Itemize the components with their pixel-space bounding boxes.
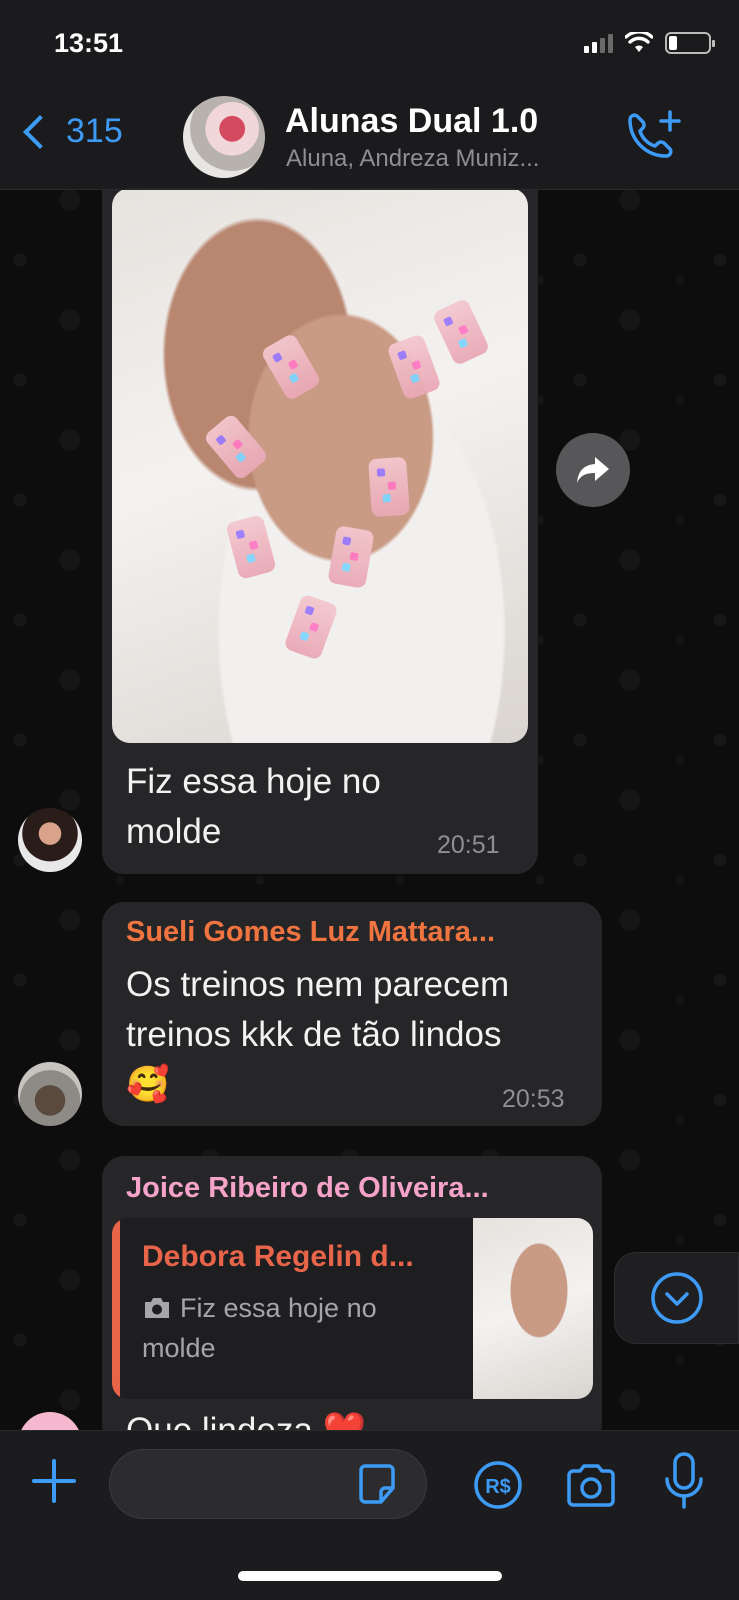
camera-icon <box>567 1464 615 1507</box>
payment-button[interactable]: R$ <box>470 1457 526 1513</box>
group-title[interactable]: Alunas Dual 1.0 <box>285 102 538 141</box>
chevron-left-icon <box>23 114 57 149</box>
avatar[interactable] <box>18 808 82 872</box>
cellular-signal-icon <box>584 33 613 53</box>
quote-bar <box>112 1218 120 1399</box>
message-text: Os treinos nem parecem treinos kkk de tã… <box>126 965 510 1104</box>
forward-icon <box>577 457 609 483</box>
brl-currency-icon: R$ <box>474 1461 522 1509</box>
group-members[interactable]: Aluna, Andreza Muniz... <box>286 145 539 173</box>
svg-text:R$: R$ <box>485 1476 511 1498</box>
avatar[interactable] <box>18 1062 82 1126</box>
sticker-icon <box>359 1464 395 1504</box>
group-avatar[interactable] <box>183 96 265 178</box>
camera-icon <box>145 1298 169 1318</box>
chat-header: 13:51 315 Alunas Dual 1.0 Aluna, Andreza… <box>0 0 739 190</box>
unread-count: 315 <box>66 112 123 150</box>
message-time: 20:51 <box>437 831 500 859</box>
plus-icon <box>32 1459 76 1503</box>
message-text: Fiz essa hoje no molde <box>126 762 381 851</box>
home-indicator <box>238 1571 502 1581</box>
wifi-icon <box>625 32 653 52</box>
forward-button[interactable] <box>556 433 630 507</box>
microphone-icon <box>665 1452 703 1509</box>
quoted-photo-thumbnail <box>473 1218 593 1399</box>
attach-button[interactable] <box>26 1453 82 1509</box>
quoted-sender: Debora Regelin d... <box>142 1240 414 1273</box>
message-time: 20:53 <box>502 1085 565 1113</box>
scroll-to-bottom-button[interactable] <box>614 1252 739 1344</box>
status-time: 13:51 <box>54 28 124 58</box>
battery-icon <box>665 32 715 54</box>
add-call-icon[interactable] <box>620 108 684 168</box>
quoted-message[interactable]: Debora Regelin d... Fiz essa hoje no mol… <box>112 1218 593 1399</box>
voice-message-button[interactable] <box>656 1449 712 1513</box>
sticker-button[interactable] <box>352 1461 402 1507</box>
status-icons <box>584 32 715 54</box>
back-button[interactable]: 315 <box>18 112 123 151</box>
quoted-text: Fiz essa hoje no molde <box>142 1293 377 1363</box>
sender-name[interactable]: Joice Ribeiro de Oliveira... <box>126 1172 489 1205</box>
composer-bar: R$ <box>0 1430 739 1600</box>
sender-name[interactable]: Sueli Gomes Luz Mattara... <box>126 916 495 949</box>
message-photo[interactable] <box>112 188 528 743</box>
camera-button[interactable] <box>563 1457 619 1513</box>
chevron-down-circle-icon <box>650 1272 703 1324</box>
